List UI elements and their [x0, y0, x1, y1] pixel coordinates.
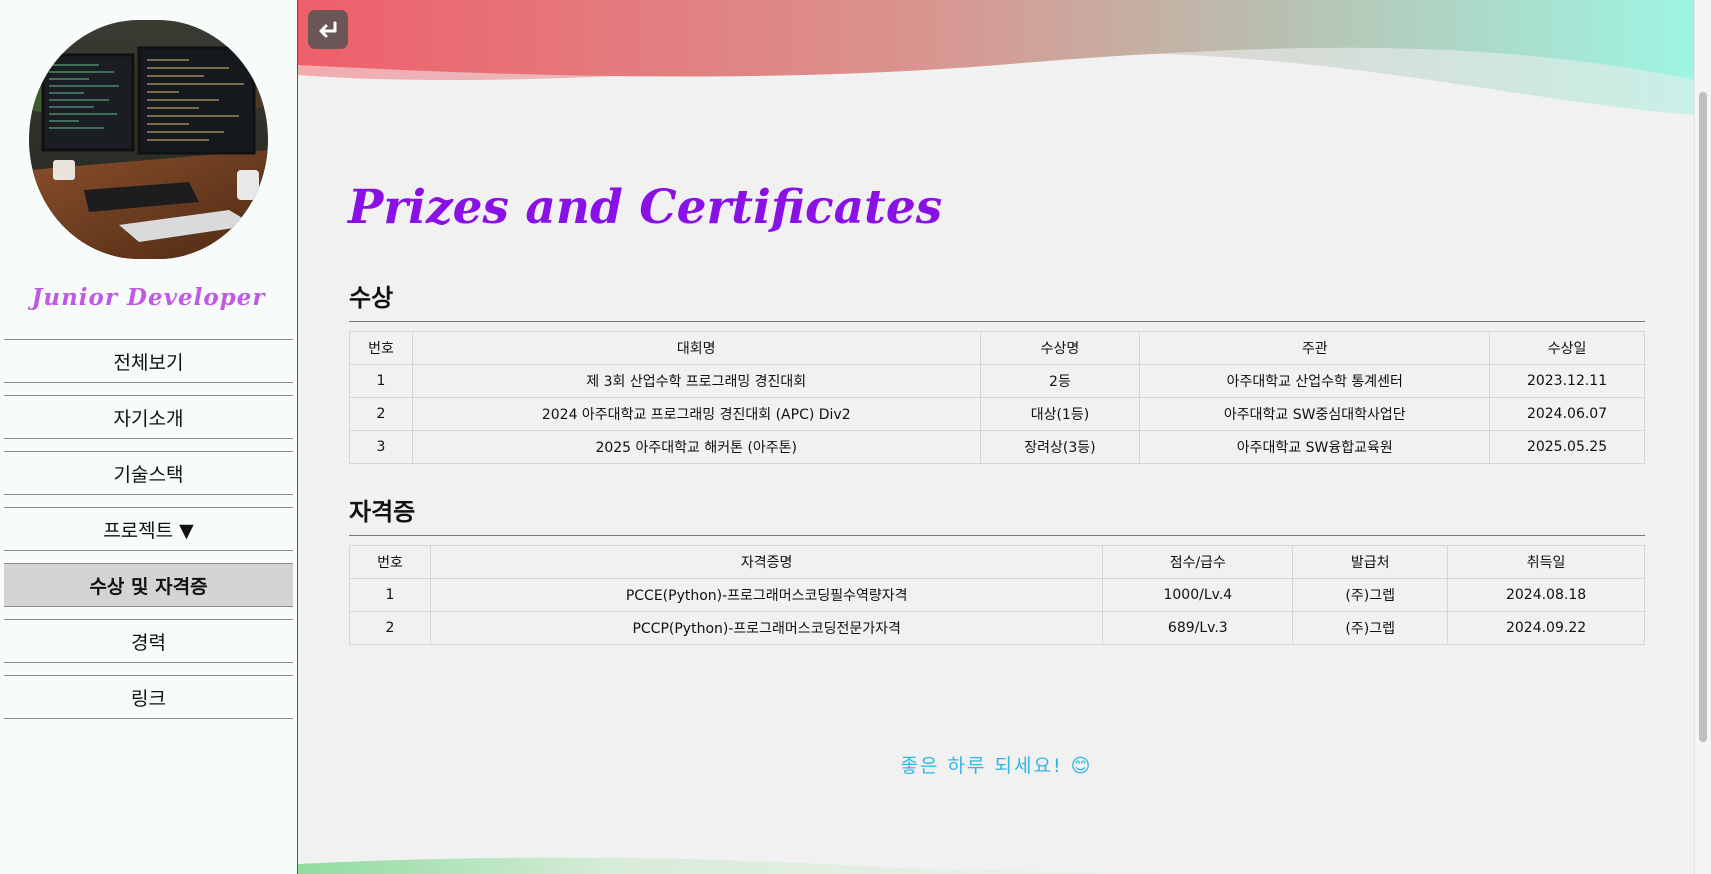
column-header: 자격증명 [429, 545, 1104, 579]
awards-divider [349, 321, 1645, 322]
profile-image [29, 20, 268, 259]
workstation-photo [29, 20, 268, 259]
table-row: 1 PCCE(Python)-프로그래머스코딩필수역량자격 1000/Lv.4 … [349, 578, 1645, 612]
sidebar-nav: 전체보기 자기소개 기술스택 프로젝트 ▼ 수상 및 자격증 경력 링크 [4, 339, 293, 731]
table-cell: 1 [349, 578, 431, 612]
table-cell: 2024.06.07 [1489, 397, 1645, 431]
sidebar-item-about[interactable]: 자기소개 [4, 395, 293, 439]
main-content: Prizes and Certificates 수상 번호 대회명 수상명 주관… [298, 0, 1695, 874]
table-cell: 1000/Lv.4 [1102, 578, 1294, 612]
table-cell: 689/Lv.3 [1102, 611, 1294, 645]
sidebar: Junior Developer 전체보기 자기소개 기술스택 프로젝트 ▼ 수… [0, 0, 298, 874]
footer-wave [298, 857, 1198, 874]
awards-table: 번호 대회명 수상명 주관 수상일 1 제 3회 산업수학 프로그래밍 경진대회… [349, 331, 1645, 464]
table-cell: 1 [349, 364, 413, 398]
sidebar-item-all[interactable]: 전체보기 [4, 339, 293, 383]
table-cell: 아주대학교 SW중심대학사업단 [1139, 397, 1491, 431]
table-cell: 대상(1등) [979, 397, 1141, 431]
column-header: 주관 [1139, 331, 1491, 365]
table-cell: PCCP(Python)-프로그래머스코딩전문가자격 [429, 611, 1104, 645]
certs-divider [349, 535, 1645, 536]
column-header: 발급처 [1292, 545, 1449, 579]
footer-greeting: 좋은 하루 되세요! 😊 [900, 755, 1093, 777]
sidebar-item-awards[interactable]: 수상 및 자격증 [4, 563, 293, 607]
table-cell: 2024.08.18 [1447, 578, 1645, 612]
sidebar-item-links[interactable]: 링크 [4, 675, 293, 719]
vertical-scrollbar[interactable] [1694, 0, 1711, 874]
table-header-row: 번호 자격증명 점수/급수 발급처 취득일 [349, 545, 1645, 579]
scrollbar-thumb[interactable] [1699, 92, 1707, 742]
page-title: Prizes and Certificates [348, 180, 943, 235]
table-row: 3 2025 아주대학교 해커톤 (아주톤) 장려상(3등) 아주대학교 SW융… [349, 430, 1645, 464]
table-row: 2 2024 아주대학교 프로그래밍 경진대회 (APC) Div2 대상(1등… [349, 397, 1645, 431]
table-cell: 장려상(3등) [979, 430, 1141, 464]
table-cell: 2 [349, 397, 413, 431]
table-cell: 3 [349, 430, 413, 464]
column-header: 번호 [349, 331, 413, 365]
header-wave [298, 0, 1695, 115]
table-cell: 2024.09.22 [1447, 611, 1645, 645]
column-header: 취득일 [1447, 545, 1645, 579]
table-cell: 2등 [979, 364, 1141, 398]
column-header: 수상일 [1489, 331, 1645, 365]
brand-title: Junior Developer [31, 284, 266, 311]
column-header: 대회명 [411, 331, 981, 365]
table-cell: (주)그렙 [1292, 611, 1449, 645]
table-row: 2 PCCP(Python)-프로그래머스코딩전문가자격 689/Lv.3 (주… [349, 611, 1645, 645]
table-cell: 2025.05.25 [1489, 430, 1645, 464]
table-cell: PCCE(Python)-프로그래머스코딩필수역량자격 [429, 578, 1104, 612]
table-row: 1 제 3회 산업수학 프로그래밍 경진대회 2등 아주대학교 산업수학 통계센… [349, 364, 1645, 398]
table-cell: 2024 아주대학교 프로그래밍 경진대회 (APC) Div2 [411, 397, 981, 431]
return-arrow-icon [319, 21, 337, 37]
table-cell: 아주대학교 산업수학 통계센터 [1139, 364, 1491, 398]
column-header: 번호 [349, 545, 431, 579]
table-cell: 제 3회 산업수학 프로그래밍 경진대회 [411, 364, 981, 398]
table-header-row: 번호 대회명 수상명 주관 수상일 [349, 331, 1645, 365]
table-cell: (주)그렙 [1292, 578, 1449, 612]
table-cell: 아주대학교 SW융합교육원 [1139, 430, 1491, 464]
table-cell: 2023.12.11 [1489, 364, 1645, 398]
app-window: Junior Developer 전체보기 자기소개 기술스택 프로젝트 ▼ 수… [0, 0, 1711, 874]
table-cell: 2 [349, 611, 431, 645]
table-cell: 2025 아주대학교 해커톤 (아주톤) [411, 430, 981, 464]
sidebar-item-career[interactable]: 경력 [4, 619, 293, 663]
column-header: 점수/급수 [1102, 545, 1294, 579]
awards-heading: 수상 [349, 284, 394, 312]
back-button[interactable] [308, 10, 348, 49]
certs-table: 번호 자격증명 점수/급수 발급처 취득일 1 PCCE(Python)-프로그… [349, 545, 1645, 645]
sidebar-item-tech-stack[interactable]: 기술스택 [4, 451, 293, 495]
certs-heading: 자격증 [349, 498, 416, 526]
sidebar-item-projects[interactable]: 프로젝트 ▼ [4, 507, 293, 551]
column-header: 수상명 [979, 331, 1141, 365]
